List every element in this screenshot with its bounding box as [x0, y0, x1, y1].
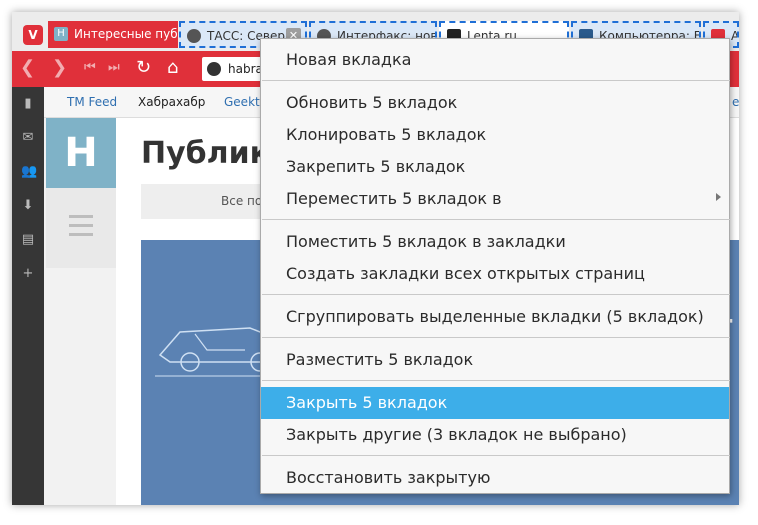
- menu-item-label: Восстановить закрытую: [286, 468, 491, 487]
- side-panel: ▮ ✉ 👥 ⬇ ▤ +: [12, 87, 44, 505]
- bookmark-tm-feed[interactable]: TM Feed: [67, 95, 117, 109]
- menu-item-close-tabs[interactable]: Закрыть 5 вкладок: [261, 387, 729, 419]
- tab-habr[interactable]: H Интересные публ: [48, 21, 178, 48]
- menu-item-bookmark-tabs[interactable]: Поместить 5 вкладок в закладки: [261, 226, 729, 258]
- menu-separator: [262, 80, 730, 81]
- menu-item-label: Обновить 5 вкладок: [286, 93, 458, 112]
- habr-favicon-icon: H: [54, 27, 68, 41]
- bookmark-icon[interactable]: ▮: [21, 97, 35, 111]
- menu-item-group-tabs[interactable]: Сгруппировать выделенные вкладки (5 вкла…: [261, 301, 729, 333]
- reload-icon[interactable]: ↻: [136, 57, 151, 78]
- menu-item-tile-tabs[interactable]: Разместить 5 вкладок: [261, 344, 729, 376]
- vivaldi-logo-icon[interactable]: V: [23, 25, 43, 45]
- menu-item-bookmark-all[interactable]: Создать закладки всех открытых страниц: [261, 258, 729, 290]
- menu-item-label: Клонировать 5 вкладок: [286, 125, 487, 144]
- menu-icon-line: [69, 233, 93, 236]
- rewind-icon[interactable]: ⏮: [84, 60, 96, 75]
- menu-separator: [262, 294, 730, 295]
- tab-label: А: [731, 29, 739, 43]
- globe-icon: [187, 29, 201, 43]
- menu-icon-line: [69, 224, 93, 227]
- menu-icon[interactable]: [46, 188, 116, 268]
- bookmark-partial[interactable]: ер: [732, 95, 739, 109]
- submenu-arrow-icon: [716, 193, 721, 201]
- menu-separator: [262, 380, 730, 381]
- menu-item-clone-tabs[interactable]: Клонировать 5 вкладок: [261, 119, 729, 151]
- menu-item-label: Создать закладки всех открытых страниц: [286, 264, 645, 283]
- mail-icon[interactable]: ✉: [21, 131, 35, 145]
- download-icon[interactable]: ⬇: [21, 199, 35, 213]
- menu-item-label: Сгруппировать выделенные вкладки (5 вкла…: [286, 307, 704, 326]
- fast-forward-icon[interactable]: ⏭: [108, 60, 120, 75]
- notes-icon[interactable]: ▤: [21, 233, 35, 247]
- menu-item-label: Закрыть 5 вкладок: [286, 393, 448, 412]
- home-icon[interactable]: ⌂: [167, 57, 178, 78]
- menu-separator: [262, 337, 730, 338]
- forward-icon[interactable]: ❯: [52, 57, 67, 78]
- url-text: habra: [228, 62, 263, 76]
- menu-item-label: Поместить 5 вкладок в закладки: [286, 232, 566, 251]
- contacts-icon[interactable]: 👥: [21, 165, 37, 179]
- bookmark-habrahabr[interactable]: Хабрахабр: [138, 95, 205, 109]
- menu-item-new-tab[interactable]: Новая вкладка: [261, 44, 729, 76]
- tab-context-menu: Новая вкладка Обновить 5 вкладок Клониро…: [260, 38, 730, 494]
- menu-item-label: Переместить 5 вкладок в: [286, 189, 502, 208]
- menu-item-label: Закрыть другие (3 вкладок не выбрано): [286, 425, 627, 444]
- add-panel-icon[interactable]: +: [21, 267, 35, 281]
- menu-item-reload-tabs[interactable]: Обновить 5 вкладок: [261, 87, 729, 119]
- tab-label: Интересные публ: [74, 27, 178, 41]
- menu-item-label: Закрепить 5 вкладок: [286, 157, 466, 176]
- menu-item-restore-closed[interactable]: Восстановить закрытую: [261, 462, 729, 494]
- menu-item-label: Новая вкладка: [286, 50, 412, 69]
- menu-item-close-others[interactable]: Закрыть другие (3 вкладок не выбрано): [261, 419, 729, 451]
- back-icon[interactable]: ❮: [20, 57, 35, 78]
- filter-label: Все по: [221, 194, 263, 208]
- menu-icon-line: [69, 215, 93, 218]
- habr-logo[interactable]: H: [46, 118, 116, 188]
- menu-item-pin-tabs[interactable]: Закрепить 5 вкладок: [261, 151, 729, 183]
- menu-separator: [262, 219, 730, 220]
- menu-separator: [262, 455, 730, 456]
- globe-icon: [207, 62, 221, 76]
- menu-item-label: Разместить 5 вкладок: [286, 350, 474, 369]
- menu-item-move-tabs[interactable]: Переместить 5 вкладок в: [261, 183, 729, 215]
